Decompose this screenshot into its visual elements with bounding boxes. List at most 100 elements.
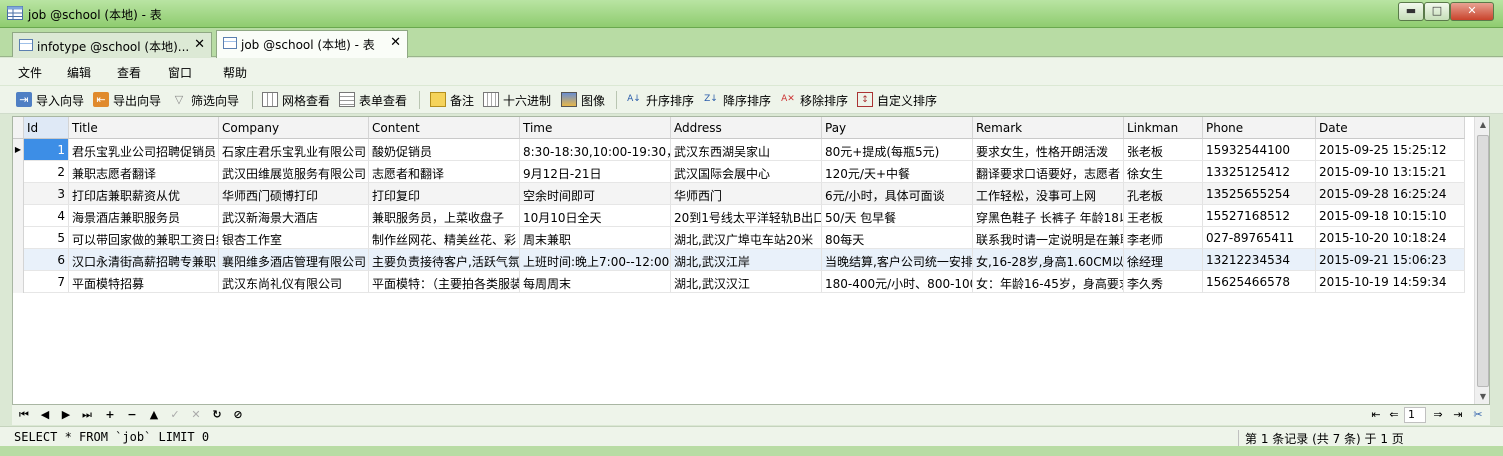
cell-address[interactable]: 武汉东西湖吴家山 xyxy=(671,139,822,161)
table-row[interactable]: 4 海景酒店兼职服务员 武汉新海景大酒店 兼职服务员，上菜收盘子 10月10日全天 20到… xyxy=(13,205,1465,227)
remove-sort-button[interactable]: A✕ 移除排序 xyxy=(780,92,848,110)
custom-sort-button[interactable]: ↕ 自定义排序 xyxy=(857,92,937,110)
sort-ascending-button[interactable]: A↓ 升序排序 xyxy=(626,92,694,110)
menu-edit[interactable]: 编辑 xyxy=(67,64,91,81)
row-indicator[interactable] xyxy=(13,183,24,205)
table-row[interactable]: 6 汉口永清街高薪招聘专兼职 襄阳维多酒店管理有限公司 主要负责接待客户,活跃气氛 上班… xyxy=(13,249,1465,271)
cell-company[interactable]: 石家庄君乐宝乳业有限公司 xyxy=(219,139,369,161)
cell-linkman[interactable]: 李老师 xyxy=(1124,227,1203,249)
menu-help[interactable]: 帮助 xyxy=(223,64,247,81)
cell-address[interactable]: 20到1号线太平洋轻轨B出口 xyxy=(671,205,822,227)
cell-company[interactable]: 华师西门硕博打印 xyxy=(219,183,369,205)
row-indicator[interactable] xyxy=(13,227,24,249)
cell-pay[interactable]: 当晚结算,客户公司统一安排 xyxy=(822,249,973,271)
column-header-phone[interactable]: Phone xyxy=(1203,117,1316,139)
cell-phone[interactable]: 13325125412 xyxy=(1203,161,1316,183)
cell-content[interactable]: 兼职服务员，上菜收盘子 xyxy=(369,205,520,227)
minimize-button[interactable]: ▬ xyxy=(1398,2,1424,21)
cell-date[interactable]: 2015-09-10 13:15:21 xyxy=(1316,161,1465,183)
column-header-date[interactable]: Date xyxy=(1316,117,1465,139)
cell-company[interactable]: 武汉东尚礼仪有限公司 xyxy=(219,271,369,293)
stop-icon[interactable]: ⊘ xyxy=(230,407,246,423)
cell-remark[interactable]: 女：年龄16-45岁，身高要求 xyxy=(973,271,1124,293)
maximize-button[interactable]: □ xyxy=(1424,2,1450,21)
cell-remark[interactable]: 工作轻松，没事可上网 xyxy=(973,183,1124,205)
menu-file[interactable]: 文件 xyxy=(18,64,42,81)
cell-pay[interactable]: 80每天 xyxy=(822,227,973,249)
cell-title[interactable]: 平面模特招募 xyxy=(69,271,219,293)
cell-id[interactable]: 3 xyxy=(24,183,69,205)
close-window-button[interactable]: ✕ xyxy=(1450,2,1494,21)
row-indicator[interactable] xyxy=(13,271,24,293)
cell-time[interactable]: 周末兼职 xyxy=(520,227,671,249)
cell-title[interactable]: 兼职志愿者翻译 xyxy=(69,161,219,183)
cell-content[interactable]: 酸奶促销员 xyxy=(369,139,520,161)
cell-company[interactable]: 襄阳维多酒店管理有限公司 xyxy=(219,249,369,271)
cell-linkman[interactable]: 李久秀 xyxy=(1124,271,1203,293)
scroll-up-icon[interactable]: ▲ xyxy=(1475,117,1489,133)
column-header-linkman[interactable]: Linkman xyxy=(1124,117,1203,139)
cell-title[interactable]: 海景酒店兼职服务员 xyxy=(69,205,219,227)
page-settings-icon[interactable]: ✂ xyxy=(1470,407,1486,423)
cell-date[interactable]: 2015-09-28 16:25:24 xyxy=(1316,183,1465,205)
cell-date[interactable]: 2015-09-18 10:15:10 xyxy=(1316,205,1465,227)
cell-phone[interactable]: 15625466578 xyxy=(1203,271,1316,293)
discard-changes-icon[interactable]: ✕ xyxy=(188,407,204,423)
vertical-scrollbar[interactable]: ▲ ▼ xyxy=(1474,117,1489,404)
cell-date[interactable]: 2015-10-19 14:59:34 xyxy=(1316,271,1465,293)
column-header-time[interactable]: Time xyxy=(520,117,671,139)
tab-job[interactable]: job @school (本地) - 表 ✕ xyxy=(216,30,408,58)
cell-pay[interactable]: 80元+提成(每瓶5元) xyxy=(822,139,973,161)
cell-title[interactable]: 汉口永清街高薪招聘专兼职 xyxy=(69,249,219,271)
grid-view-button[interactable]: 网格查看 xyxy=(262,92,330,110)
image-button[interactable]: 图像 xyxy=(561,92,605,110)
cell-company[interactable]: 武汉新海景大酒店 xyxy=(219,205,369,227)
previous-page-icon[interactable]: ⇐ xyxy=(1386,407,1402,423)
filter-wizard-button[interactable]: ▽ 筛选向导 xyxy=(171,92,239,110)
first-record-icon[interactable]: ⏮ xyxy=(16,407,32,423)
cell-time[interactable]: 空余时间即可 xyxy=(520,183,671,205)
cell-remark[interactable]: 联系我时请一定说明是在兼职 xyxy=(973,227,1124,249)
cell-linkman[interactable]: 徐女生 xyxy=(1124,161,1203,183)
column-header-title[interactable]: Title xyxy=(69,117,219,139)
row-indicator[interactable] xyxy=(13,161,24,183)
cell-title[interactable]: 可以带回家做的兼职工资日结 xyxy=(69,227,219,249)
cell-phone[interactable]: 15932544100 xyxy=(1203,139,1316,161)
cell-id[interactable]: 6 xyxy=(24,249,69,271)
cell-content[interactable]: 制作丝网花、精美丝花、彩 xyxy=(369,227,520,249)
cell-pay[interactable]: 50/天 包早餐 xyxy=(822,205,973,227)
cell-id[interactable]: 4 xyxy=(24,205,69,227)
cell-phone[interactable]: 15527168512 xyxy=(1203,205,1316,227)
cell-remark[interactable]: 要求女生，性格开朗活泼 xyxy=(973,139,1124,161)
cell-linkman[interactable]: 王老板 xyxy=(1124,205,1203,227)
apply-changes-icon[interactable]: ✓ xyxy=(167,407,183,423)
cell-time[interactable]: 上班时间:晚上7:00--12:00点 xyxy=(520,249,671,271)
data-grid[interactable]: Id Title Company Content Time Address Pa… xyxy=(12,116,1490,405)
cell-title[interactable]: 打印店兼职薪资从优 xyxy=(69,183,219,205)
cell-address[interactable]: 湖北,武汉江岸 xyxy=(671,249,822,271)
cell-time[interactable]: 8:30-18:30,10:00-19:30，中 xyxy=(520,139,671,161)
cell-title[interactable]: 君乐宝乳业公司招聘促销员 xyxy=(69,139,219,161)
last-page-icon[interactable]: ⇥ xyxy=(1450,407,1466,423)
cell-pay[interactable]: 120元/天+中餐 xyxy=(822,161,973,183)
column-header-company[interactable]: Company xyxy=(219,117,369,139)
edit-record-icon[interactable]: ▲ xyxy=(146,407,162,423)
cell-remark[interactable]: 女,16-28岁,身高1.60CM以上 xyxy=(973,249,1124,271)
add-record-icon[interactable]: + xyxy=(102,407,118,423)
cell-id[interactable]: 7 xyxy=(24,271,69,293)
previous-record-icon[interactable]: ◀ xyxy=(37,407,53,423)
current-row-indicator-icon[interactable]: ▶ xyxy=(13,139,24,161)
table-row[interactable]: 7 平面模特招募 武汉东尚礼仪有限公司 平面模特：（主要拍各类服装 每周周末 湖北,武汉汉… xyxy=(13,271,1465,293)
next-record-icon[interactable]: ▶ xyxy=(58,407,74,423)
cell-linkman[interactable]: 孔老板 xyxy=(1124,183,1203,205)
cell-company[interactable]: 银杏工作室 xyxy=(219,227,369,249)
last-record-icon[interactable]: ⏭ xyxy=(79,407,95,423)
form-view-button[interactable]: 表单查看 xyxy=(339,92,407,110)
cell-date[interactable]: 2015-09-21 15:06:23 xyxy=(1316,249,1465,271)
tab-infotype[interactable]: infotype @school (本地)... ✕ xyxy=(12,32,212,57)
cell-address[interactable]: 湖北,武汉汉江 xyxy=(671,271,822,293)
cell-date[interactable]: 2015-09-25 15:25:12 xyxy=(1316,139,1465,161)
cell-remark[interactable]: 穿黑色鞋子 长裤子 年龄18以 xyxy=(973,205,1124,227)
cell-id[interactable]: 2 xyxy=(24,161,69,183)
cell-company[interactable]: 武汉田维展览服务有限公司 xyxy=(219,161,369,183)
